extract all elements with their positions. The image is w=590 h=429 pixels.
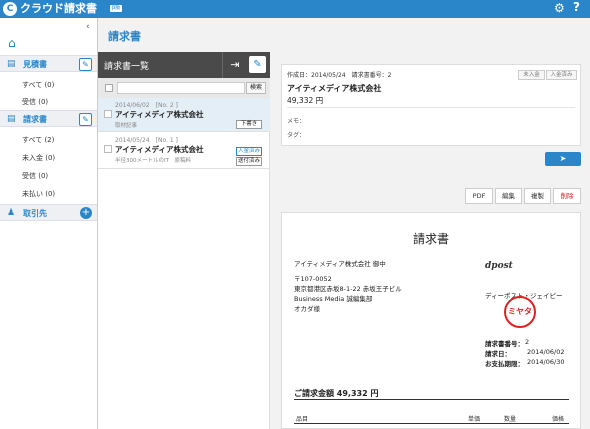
sidebar-item-invoices-unpaid[interactable]: 未払い (0) <box>22 189 55 199</box>
detail-client: アイティメディア株式会社 <box>287 84 382 93</box>
status-badge: 入金済み <box>236 147 262 156</box>
document-icon: ▤ <box>7 59 16 69</box>
col-unit-price: 単価 <box>468 416 481 423</box>
sidebar-section-label: 見積書 <box>23 60 47 69</box>
divider <box>287 107 575 108</box>
doc-address: 東京都港区赤坂8-1-22 赤坂王子ビル <box>294 285 402 293</box>
sidebar: ‹ ⌂ ▤ 見積書 ✎ すべて (0) 受信 (0) ▤ 請求書 ✎ すべて (… <box>0 18 98 429</box>
duplicate-button[interactable]: 複製 <box>524 188 551 204</box>
doc-date-label: 請求日： <box>485 350 511 358</box>
sidebar-item-invoices-received[interactable]: 受信 (0) <box>22 171 48 181</box>
collapse-sidebar-icon[interactable]: ‹ <box>86 22 90 32</box>
memo-label[interactable]: メモ： <box>287 116 305 125</box>
search-button[interactable]: 検索 <box>246 82 266 94</box>
doc-total: ご請求金額 49,332 円 <box>294 389 379 398</box>
doc-number: 2 <box>525 338 530 346</box>
divider <box>294 399 569 400</box>
delete-button[interactable]: 削除 <box>553 188 581 204</box>
invoice-icon: ▤ <box>7 114 16 124</box>
invoice-number: [No. 2 ] <box>155 102 178 109</box>
gear-icon[interactable]: ⚙ <box>554 1 565 15</box>
invoice-number: [No. 1 ] <box>155 137 178 144</box>
app-title[interactable]: クラウド請求書 <box>20 2 97 16</box>
send-button[interactable]: ➤ <box>545 152 581 166</box>
sidebar-item-estimates-all[interactable]: すべて (0) <box>22 80 54 90</box>
sidebar-section-label: 請求書 <box>23 115 47 124</box>
issuer-logo: dpost <box>485 261 513 271</box>
col-qty: 数量 <box>504 416 517 423</box>
sidebar-item-invoices-unpaid-in[interactable]: 未入金 (0) <box>22 153 55 163</box>
invoice-checkbox[interactable] <box>104 110 112 118</box>
invoice-date: 2014/06/02 <box>115 102 150 109</box>
doc-date: 2014/06/02 <box>527 348 565 356</box>
search-bar: 検索 <box>98 78 270 98</box>
sidebar-item-estimates-received[interactable]: 受信 (0) <box>22 97 48 107</box>
sidebar-section-estimates[interactable]: ▤ 見積書 ✎ <box>0 55 97 72</box>
doc-due-label: お支払期限： <box>485 360 524 368</box>
doc-department: Business Media 誠編集部 <box>294 295 373 303</box>
invoice-client: アイティメディア株式会社 <box>115 145 204 154</box>
col-price: 価格 <box>552 416 565 423</box>
status-badge: 下書き <box>236 120 262 129</box>
created-date: 2014/05/24 <box>311 72 346 79</box>
status-badge: 送付済み <box>236 157 262 166</box>
sidebar-section-invoices[interactable]: ▤ 請求書 ✎ <box>0 110 97 127</box>
tab-paid[interactable]: 入金済み <box>546 70 577 80</box>
new-invoice-button[interactable]: ✎ <box>79 113 92 126</box>
invoice-meta: 2014/05/24 [No. 1 ] <box>115 135 178 144</box>
invoice-list-header: 請求書一覧 ⇥ ✎ <box>98 52 270 78</box>
export-button[interactable]: ⇥ <box>222 52 247 78</box>
top-bar: C クラウド請求書 β版 ⚙ ? <box>0 0 590 18</box>
invoice-detail-card: 作成日：2014/05/24 請求書番号：2 未入金 入金済み アイティメディア… <box>281 64 581 146</box>
tab-unpaid[interactable]: 未入金 <box>518 70 545 80</box>
select-all-checkbox[interactable] <box>105 84 113 92</box>
divider <box>294 423 569 424</box>
detail-amount: 49,332 円 <box>287 96 324 105</box>
doc-zip: 〒107-0052 <box>294 275 332 283</box>
number-label: 請求書番号： <box>351 72 388 79</box>
created-label: 作成日： <box>287 72 312 79</box>
new-invoice-edit-button[interactable]: ✎ <box>249 56 266 73</box>
invoice-list-panel: 請求書一覧 ⇥ ✎ 検索 2014/06/02 [No. 2 ] アイティメディ… <box>98 52 270 429</box>
invoice-detail-meta: 作成日：2014/05/24 請求書番号：2 <box>287 70 391 79</box>
invoice-subject: 半径300メートルのIT 原稿料 <box>115 158 191 164</box>
invoice-meta: 2014/06/02 [No. 2 ] <box>115 100 178 109</box>
invoice-client: アイティメディア株式会社 <box>115 110 204 119</box>
invoice-date: 2014/05/24 <box>115 137 150 144</box>
invoice-checkbox[interactable] <box>104 145 112 153</box>
invoice-list-item[interactable]: 2014/06/02 [No. 2 ] アイティメディア株式会社 取材記事 下書… <box>98 98 270 132</box>
doc-recipient: アイティメディア株式会社 御中 <box>294 260 386 268</box>
sidebar-item-invoices-all[interactable]: すべて (2) <box>22 135 54 145</box>
invoice-subject: 取材記事 <box>115 123 138 129</box>
doc-person: オカダ様 <box>294 305 320 313</box>
sidebar-section-clients[interactable]: ♟ 取引先 + <box>0 204 97 221</box>
home-icon[interactable]: ⌂ <box>8 36 16 50</box>
app-logo-icon: C <box>3 2 17 16</box>
edit-button[interactable]: 編集 <box>495 188 522 204</box>
invoice-list-title: 請求書一覧 <box>104 62 150 72</box>
help-icon[interactable]: ? <box>573 0 580 14</box>
search-input[interactable] <box>117 82 245 94</box>
doc-number-label: 請求書番号： <box>485 340 524 348</box>
page-title: 請求書 <box>108 30 141 43</box>
beta-badge: β版 <box>110 5 123 12</box>
tag-label[interactable]: タグ： <box>287 130 305 139</box>
add-client-button[interactable]: + <box>80 207 92 219</box>
doc-title: 請求書 <box>412 232 449 246</box>
new-estimate-button[interactable]: ✎ <box>79 58 92 71</box>
pdf-button[interactable]: PDF <box>465 188 493 204</box>
invoice-number: 2 <box>387 72 392 79</box>
doc-due: 2014/06/30 <box>527 358 565 366</box>
invoice-list-item[interactable]: 2014/05/24 [No. 1 ] アイティメディア株式会社 半径300メー… <box>98 133 270 169</box>
invoice-preview: 請求書 アイティメディア株式会社 御中 〒107-0052 東京都港区赤坂8-1… <box>281 212 581 429</box>
seal-stamp: ミヤタ <box>504 296 536 328</box>
sidebar-section-label: 取引先 <box>23 209 47 218</box>
col-item: 品目 <box>296 416 309 423</box>
people-icon: ♟ <box>7 208 16 218</box>
